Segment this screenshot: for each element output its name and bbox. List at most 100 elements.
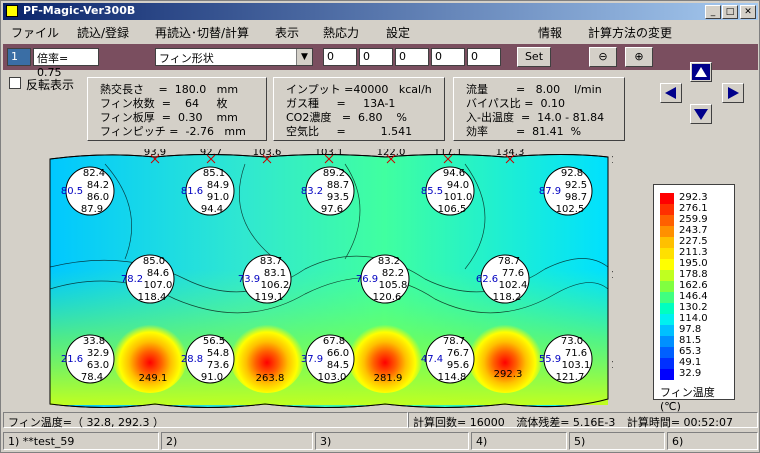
- shape-select[interactable]: フィン形状 ▼: [155, 48, 313, 66]
- invert-checkbox[interactable]: [9, 77, 21, 89]
- pan-right-button[interactable]: [722, 83, 744, 103]
- menu-view[interactable]: 表示: [275, 24, 299, 41]
- tube-value: 89.2: [323, 168, 345, 179]
- param-field-5[interactable]: 0: [467, 48, 501, 66]
- param-field-3[interactable]: 0: [395, 48, 429, 66]
- minimize-icon[interactable]: _: [705, 5, 721, 19]
- tube-value: 33.8: [83, 336, 105, 347]
- hot-spot-label: 263.8: [256, 373, 285, 384]
- legend-value: 292.3: [679, 192, 708, 203]
- calc-time: 計算時間= 00:52:07: [626, 416, 733, 429]
- calc-stats: 計算回数= 16000 流体残差= 5.16E-3 計算時間= 00:52:07: [408, 412, 758, 429]
- close-icon[interactable]: ✕: [740, 5, 756, 19]
- menu-settings[interactable]: 設定: [386, 24, 410, 41]
- tube-value: 77.6: [502, 268, 524, 279]
- tube-value: 102.5: [556, 204, 585, 215]
- menu-load[interactable]: 読込/登録: [77, 24, 129, 41]
- top-edge-label: 122.0: [377, 149, 406, 158]
- zoom-in-icon[interactable]: ⊕: [625, 47, 653, 67]
- tube-value: 87.9: [81, 204, 103, 215]
- param-field-2[interactable]: 0: [359, 48, 393, 66]
- tube-value: 83.7: [260, 256, 282, 267]
- menu-reload[interactable]: 再読込･切替/計算: [155, 24, 249, 41]
- legend-title: フィン温度(℃): [660, 386, 715, 413]
- tube-value: 94.4: [201, 204, 223, 215]
- pan-down-button[interactable]: [690, 104, 712, 124]
- tab-6[interactable]: 6): [667, 432, 758, 450]
- tube-value: 78.7: [443, 336, 465, 347]
- tube-value: 107.0: [144, 280, 173, 291]
- index-field[interactable]: 1: [7, 48, 31, 66]
- legend-swatch: [660, 204, 674, 215]
- shape-select-value: フィン形状: [159, 52, 214, 65]
- tab-5[interactable]: 5): [569, 432, 665, 450]
- top-edge-label: 117.1: [434, 149, 463, 158]
- tube-value: 92.8: [561, 168, 583, 179]
- pan-up-button[interactable]: [690, 62, 712, 82]
- menu-info[interactable]: 情報: [538, 24, 562, 41]
- menu-stress[interactable]: 熱応力: [323, 24, 359, 41]
- tube-value: 92.5: [565, 180, 587, 191]
- tube-value: 71.6: [565, 348, 587, 359]
- tab-2[interactable]: 2): [161, 432, 313, 450]
- status-bar: フィン温度=（ 32.8, 292.3 ） 計算回数= 16000 流体残差= …: [3, 411, 758, 429]
- tube-value: 94.6: [443, 168, 465, 179]
- set-button[interactable]: Set: [517, 47, 551, 67]
- legend-swatch: [660, 369, 674, 380]
- tube-value: 62.6: [476, 274, 498, 285]
- tube-value: 80.5: [61, 186, 83, 197]
- tube-value: 73.6: [207, 360, 229, 371]
- hot-spot-label: 249.1: [139, 373, 168, 384]
- tube-value: 84.6: [147, 268, 169, 279]
- legend-value: 130.2: [679, 302, 708, 313]
- menu-file[interactable]: ファイル: [11, 24, 59, 41]
- param-field-1[interactable]: 0: [323, 48, 357, 66]
- tube-value: 87.9: [539, 186, 561, 197]
- hot-spot-label: 292.3: [494, 369, 523, 380]
- right-edge-label: 106.6: [611, 360, 613, 371]
- tube-value: 118.4: [138, 292, 167, 303]
- title-bar[interactable]: PF-Magic-Ver300B _ □ ✕: [3, 3, 758, 20]
- legend-swatch: [660, 336, 674, 347]
- tube-value: 88.7: [327, 180, 349, 191]
- legend-value: 276.1: [679, 203, 708, 214]
- invert-label: 反転表示: [26, 78, 75, 92]
- legend-value: 211.3: [679, 247, 708, 258]
- fin-temperature-map[interactable]: 82.484.286.087.980.585.184.991.094.481.6…: [45, 149, 613, 411]
- tube-value: 82.4: [83, 168, 105, 179]
- legend-value: 81.5: [679, 335, 702, 346]
- zoom-out-icon[interactable]: ⊖: [589, 47, 617, 67]
- zoom-field[interactable]: 倍率= 0.75: [33, 48, 99, 79]
- tab-1[interactable]: 1) **test_59: [3, 432, 159, 450]
- tube-value: 76.7: [447, 348, 469, 359]
- arrow-down-icon: [694, 109, 708, 120]
- chevron-down-icon[interactable]: ▼: [296, 49, 312, 65]
- tube-value: 76.9: [356, 274, 378, 285]
- tube-value: 78.7: [498, 256, 520, 267]
- main-window: PF-Magic-Ver300B _ □ ✕ ファイル 読込/登録 再読込･切替…: [0, 0, 760, 453]
- tube-value: 56.5: [203, 336, 225, 347]
- maximize-icon[interactable]: □: [722, 5, 738, 19]
- legend-swatch: [660, 325, 674, 336]
- tube-value: 86.0: [87, 192, 109, 203]
- tube-value: 83.2: [378, 256, 400, 267]
- legend-value: 146.4: [679, 291, 708, 302]
- info-panel-geometry: 熱交長さ = 180.0 mm フィン枚数 = 64 枚 フィン板厚 = 0.3…: [87, 77, 267, 141]
- legend-value: 114.0: [679, 313, 708, 324]
- tube-value: 84.2: [87, 180, 109, 191]
- tab-4[interactable]: 4): [471, 432, 567, 450]
- tab-3[interactable]: 3): [315, 432, 469, 450]
- residual: 流体残差= 5.16E-3: [516, 416, 616, 429]
- pan-left-button[interactable]: [660, 83, 682, 103]
- tube-value: 95.6: [447, 360, 469, 371]
- tube-value: 85.5: [421, 186, 443, 197]
- tube-value: 98.7: [565, 192, 587, 203]
- right-edge-label: 132.7: [611, 270, 613, 281]
- tube-value: 73.0: [561, 336, 583, 347]
- arrow-up-icon: [692, 64, 710, 80]
- legend-swatch: [660, 248, 674, 259]
- param-field-4[interactable]: 0: [431, 48, 465, 66]
- menu-calc-method[interactable]: 計算方法の変更: [588, 24, 672, 41]
- tube-value: 28.8: [181, 354, 203, 365]
- legend-swatch: [660, 292, 674, 303]
